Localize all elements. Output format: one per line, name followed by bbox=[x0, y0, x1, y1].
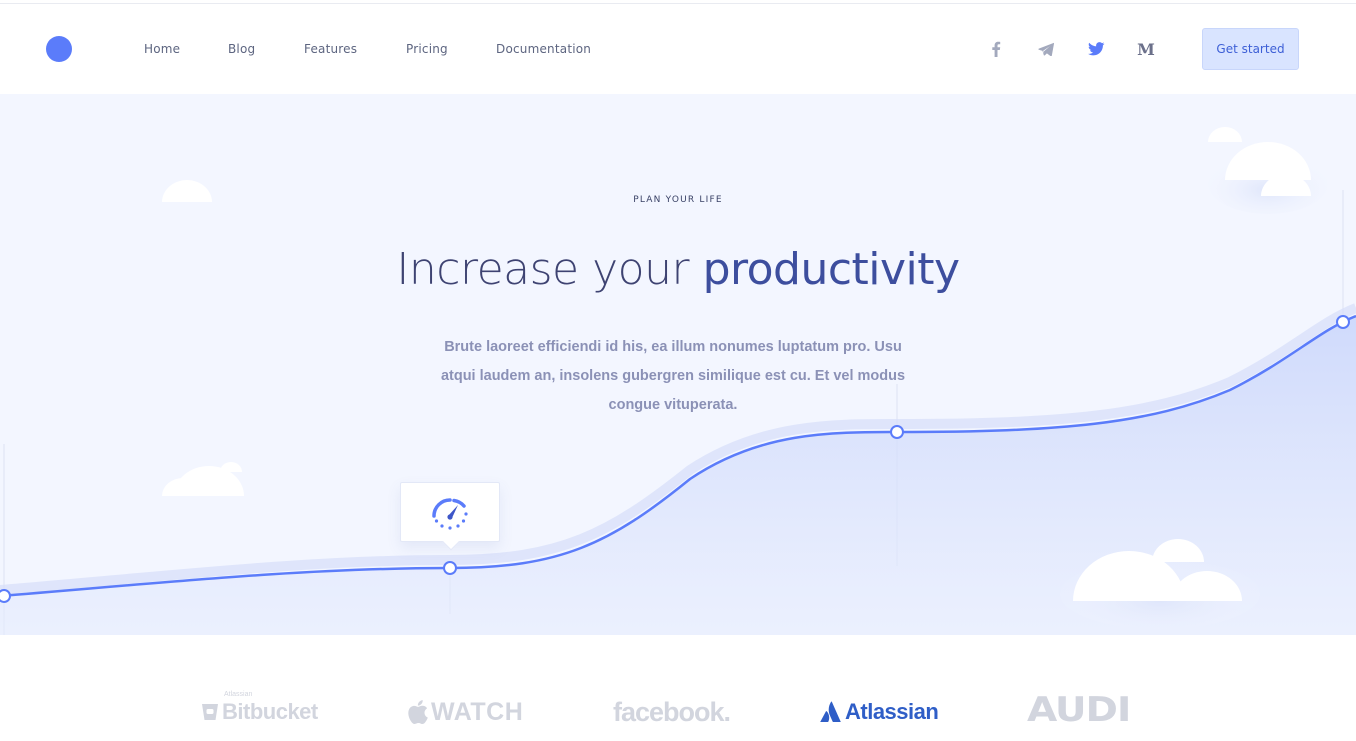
brand-logos: Atlassian Bitbucket WATCH facebook. Atla… bbox=[0, 635, 1356, 741]
hero-headline: Increase your productivity bbox=[0, 244, 1356, 295]
nav-documentation[interactable]: Documentation bbox=[496, 42, 591, 56]
nav-pricing[interactable]: Pricing bbox=[406, 42, 448, 56]
atlassian-logo: Atlassian bbox=[820, 692, 939, 732]
hero-eyebrow: PLAN YOUR LIFE bbox=[633, 195, 723, 205]
nav-features[interactable]: Features bbox=[304, 42, 357, 56]
medium-icon[interactable]: M bbox=[1136, 39, 1156, 59]
nav-blog[interactable]: Blog bbox=[228, 42, 255, 56]
headline-light: Increase your bbox=[396, 244, 690, 295]
speedometer-icon bbox=[432, 498, 468, 530]
facebook-logo: facebook. bbox=[613, 696, 731, 727]
speedometer-tooltip bbox=[400, 482, 500, 551]
telegram-icon[interactable] bbox=[1036, 39, 1056, 59]
logo[interactable] bbox=[46, 36, 72, 62]
facebook-icon[interactable] bbox=[986, 39, 1006, 59]
headline-strong: productivity bbox=[702, 244, 961, 295]
hero-description: Brute laoreet efficiendi id his, ea illu… bbox=[440, 339, 906, 413]
apple-watch-logo: WATCH bbox=[407, 692, 523, 732]
bitbucket-logo: Atlassian Bitbucket bbox=[201, 691, 318, 732]
site-header: Home Blog Features Pricing Documentation… bbox=[0, 4, 1356, 94]
cloud-mid-left bbox=[162, 462, 244, 496]
twitter-icon[interactable] bbox=[1086, 39, 1106, 59]
atlassian-icon bbox=[820, 701, 841, 722]
audi-logo: AUDI bbox=[1027, 690, 1131, 730]
hero-section: PLAN YOUR LIFE Increase your productivit… bbox=[0, 94, 1356, 635]
nav-home[interactable]: Home bbox=[144, 42, 180, 56]
get-started-button[interactable]: Get started bbox=[1202, 28, 1299, 70]
apple-icon bbox=[408, 700, 428, 725]
